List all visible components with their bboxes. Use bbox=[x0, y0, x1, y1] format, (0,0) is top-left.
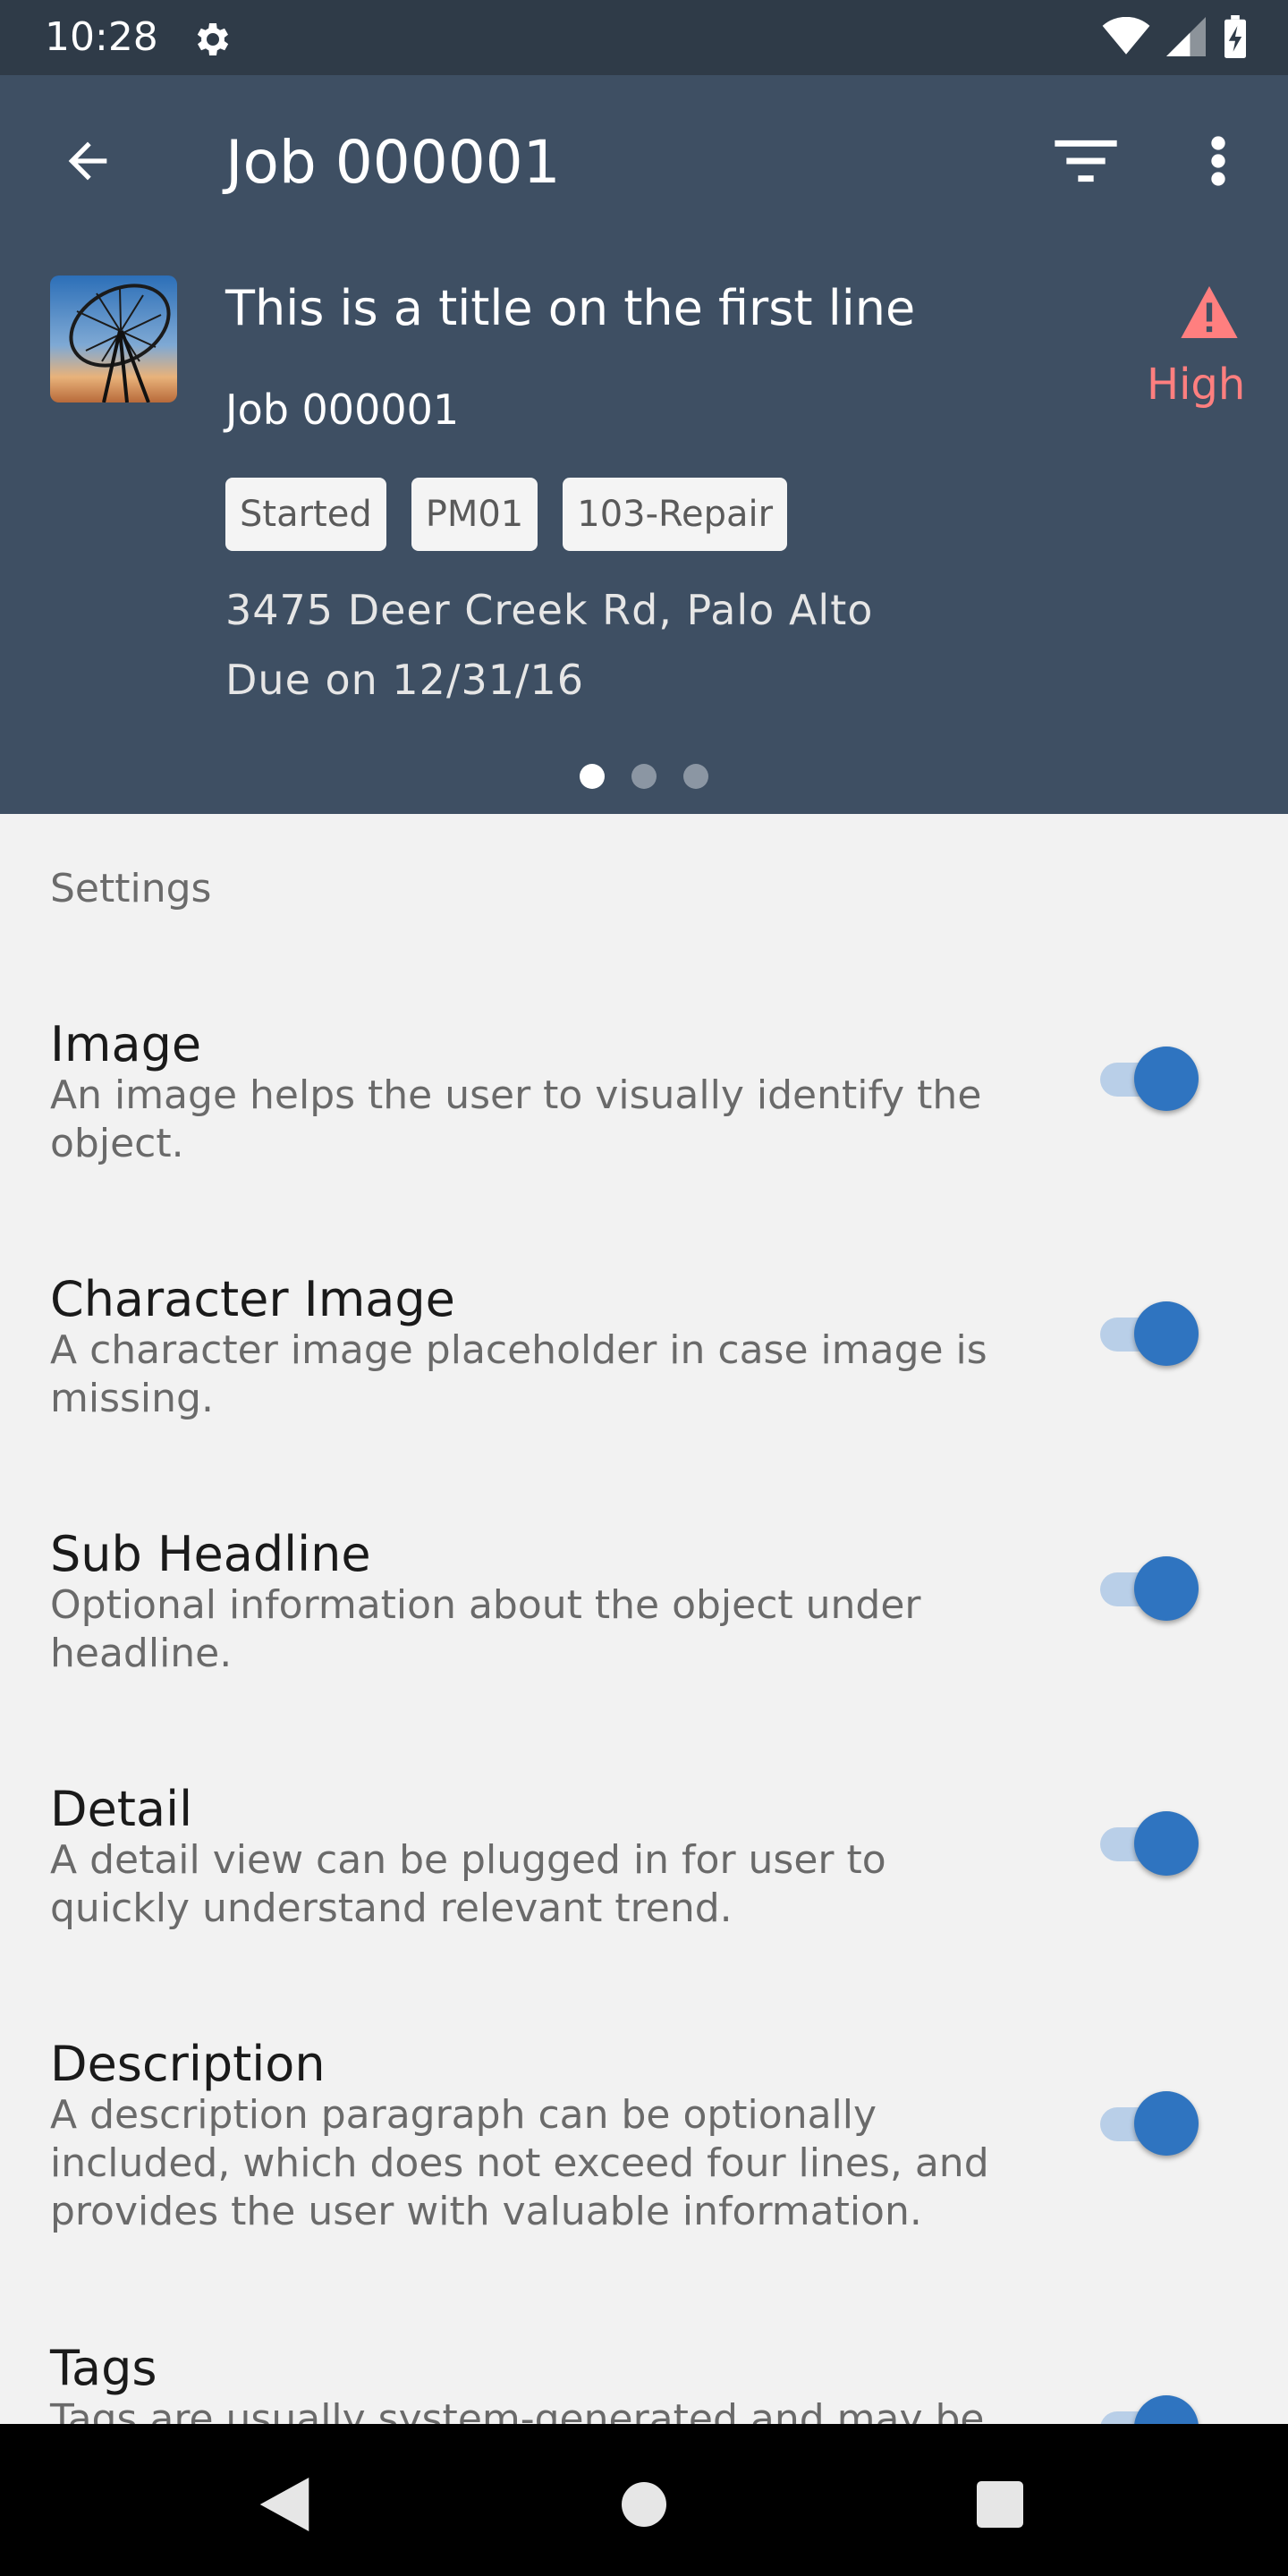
nav-back-button[interactable] bbox=[247, 2469, 322, 2544]
filter-icon bbox=[1055, 138, 1117, 188]
character-image-toggle[interactable] bbox=[1097, 1298, 1204, 1369]
object-subtitle: Job 000001 bbox=[225, 386, 460, 434]
page-dot[interactable] bbox=[580, 764, 605, 789]
setting-title: Image bbox=[50, 1016, 202, 1072]
setting-title: Character Image bbox=[50, 1271, 455, 1327]
nav-home-button[interactable] bbox=[606, 2469, 682, 2544]
tag-list: Started PM01 103-Repair bbox=[225, 478, 788, 551]
setting-title: Sub Headline bbox=[50, 1526, 371, 1582]
page-indicator bbox=[580, 764, 708, 789]
page-title: Job 000001 bbox=[225, 128, 561, 197]
setting-description: A detail view can be plugged in for user… bbox=[50, 1837, 886, 1931]
tag-category: 103-Repair bbox=[563, 478, 788, 551]
setting-description: Tags are usually system-generated and ma… bbox=[50, 2396, 985, 2424]
setting-description: A description paragraph can be optionall… bbox=[50, 2092, 989, 2234]
sub-headline-toggle[interactable] bbox=[1097, 1553, 1204, 1624]
wifi-icon bbox=[1102, 16, 1150, 60]
settings-content[interactable]: Settings Image An image helps the user t… bbox=[0, 814, 1288, 2424]
status-indicators bbox=[1102, 15, 1249, 62]
nav-recents-button[interactable] bbox=[962, 2469, 1038, 2544]
image-toggle[interactable] bbox=[1097, 1043, 1204, 1114]
section-header: Settings bbox=[50, 866, 212, 911]
tag-type: PM01 bbox=[411, 478, 538, 551]
object-title: This is a title on the first line bbox=[225, 280, 916, 336]
battery-charging-icon bbox=[1222, 15, 1249, 62]
cellular-signal-icon bbox=[1166, 17, 1206, 60]
status-time: 10:28 bbox=[45, 14, 158, 60]
tags-toggle[interactable] bbox=[1097, 2392, 1204, 2424]
setting-title: Description bbox=[50, 2036, 326, 2092]
more-vert-icon bbox=[1209, 134, 1227, 191]
setting-title: Detail bbox=[50, 1781, 193, 1837]
warning-icon bbox=[1181, 286, 1238, 338]
object-due-date: Due on 12/31/16 bbox=[225, 656, 585, 704]
object-address: 3475 Deer Creek Rd, Palo Alto bbox=[225, 586, 874, 634]
detail-toggle[interactable] bbox=[1097, 1808, 1204, 1879]
setting-description: A character image placeholder in case im… bbox=[50, 1327, 987, 1421]
description-toggle[interactable] bbox=[1097, 2088, 1204, 2159]
status-bar: 10:28 bbox=[0, 0, 1288, 75]
object-header: Job 000001 This is a title on the first … bbox=[0, 75, 1288, 814]
setting-description: Optional information about the object un… bbox=[50, 1582, 921, 1676]
settings-gear-icon bbox=[190, 18, 233, 61]
more-options-button[interactable] bbox=[1181, 125, 1256, 200]
triangle-back-icon bbox=[259, 2478, 309, 2535]
page-dot[interactable] bbox=[683, 764, 708, 789]
circle-home-icon bbox=[622, 2482, 666, 2530]
page-dot[interactable] bbox=[631, 764, 657, 789]
filter-button[interactable] bbox=[1048, 125, 1123, 200]
priority-label: High bbox=[1147, 360, 1246, 410]
arrow-back-icon bbox=[59, 132, 116, 193]
setting-title: Tags bbox=[50, 2340, 157, 2396]
setting-description: An image helps the user to visually iden… bbox=[50, 1072, 982, 1166]
back-button[interactable] bbox=[50, 125, 125, 200]
square-recents-icon bbox=[977, 2481, 1023, 2531]
object-image bbox=[50, 275, 177, 402]
system-nav-bar bbox=[0, 2424, 1288, 2576]
tag-status: Started bbox=[225, 478, 386, 551]
